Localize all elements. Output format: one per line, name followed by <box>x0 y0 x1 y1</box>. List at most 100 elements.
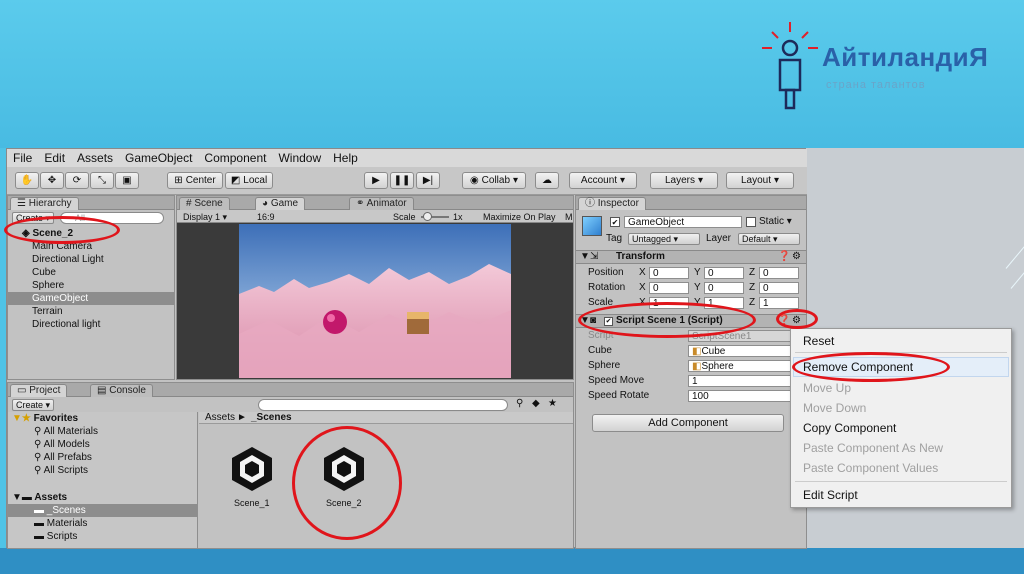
assets-row[interactable]: ▼▬ Assets <box>8 491 197 504</box>
fav-all-scripts[interactable]: ⚲ All Scripts <box>8 464 197 477</box>
menu-window[interactable]: Window <box>278 151 321 165</box>
scale-slider-handle[interactable] <box>423 212 432 221</box>
cloud-button[interactable]: ☁ <box>535 172 559 189</box>
hierarchy-item-directional-light[interactable]: Directional Light <box>8 253 174 266</box>
add-component-button[interactable]: Add Component <box>592 414 784 432</box>
hierarchy-item-terrain[interactable]: Terrain <box>8 305 174 318</box>
menu-paste-values[interactable]: Paste Component Values <box>803 460 938 477</box>
favorite-star-icon[interactable]: ★ <box>548 398 557 410</box>
menu-edit-script[interactable]: Edit Script <box>803 487 858 504</box>
pivot-center-button[interactable]: ⊞ Center <box>167 172 223 189</box>
hierarchy-item-gameobject[interactable]: GameObject <box>8 292 174 305</box>
decor-line <box>1010 257 1024 289</box>
breadcrumb-assets[interactable]: Assets <box>205 412 235 424</box>
position-x-input[interactable]: 0 <box>649 267 689 279</box>
scene-root-row[interactable]: ◈ Scene_2 <box>8 227 174 240</box>
unity-scene-file-icon[interactable] <box>228 445 276 493</box>
hierarchy-item-main-camera[interactable]: Main Camera <box>8 240 174 253</box>
menu-file[interactable]: File <box>13 151 32 165</box>
tab-game[interactable]: ◕ Game <box>255 197 306 210</box>
static-checkbox[interactable] <box>746 217 756 227</box>
menu-gameobject[interactable]: GameObject <box>125 151 192 165</box>
play-button[interactable]: ▶ <box>364 172 388 189</box>
script-enabled-checkbox[interactable]: ✔ <box>604 317 613 326</box>
fav-all-materials[interactable]: ⚲ All Materials <box>8 425 197 438</box>
scale-tool-button[interactable]: ⤡ <box>90 172 114 189</box>
position-z-input[interactable]: 0 <box>759 267 799 279</box>
speed-rotate-input[interactable]: 100 <box>688 390 798 402</box>
filter-label-icon[interactable]: ◆ <box>532 398 540 410</box>
tab-console[interactable]: ▤ Console <box>90 384 153 397</box>
game-viewport[interactable] <box>239 224 511 378</box>
menu-remove-component[interactable]: Remove Component <box>803 359 913 376</box>
scale-z-input[interactable]: 1 <box>759 297 799 309</box>
folder-scenes[interactable]: ▬ _Scenes <box>8 504 197 517</box>
rotate-tool-button[interactable]: ⟳ <box>65 172 89 189</box>
hierarchy-item-directional-light-2[interactable]: Directional light <box>8 318 174 331</box>
fav-all-models[interactable]: ⚲ All Models <box>8 438 197 451</box>
layout-dropdown[interactable]: Layout ▾ <box>726 172 794 189</box>
tab-hierarchy[interactable]: ☰ Hierarchy <box>10 197 79 210</box>
cube-object-field[interactable]: ◧Cube <box>688 345 798 357</box>
menu-copy-component[interactable]: Copy Component <box>803 420 896 437</box>
scale-y-input[interactable]: 1 <box>704 297 744 309</box>
object-name-input[interactable]: GameObject <box>624 216 742 228</box>
help-icon[interactable]: ❓ <box>778 315 790 327</box>
project-create-button[interactable]: Create ▾ <box>12 399 55 411</box>
transform-header[interactable]: ▼ ⇲ Transform ❓ ⚙ <box>576 250 806 264</box>
sphere-object-field[interactable]: ◧Sphere <box>688 360 798 372</box>
layer-dropdown[interactable]: Default ▾ <box>738 233 800 245</box>
layers-dropdown[interactable]: Layers ▾ <box>650 172 718 189</box>
menu-paste-as-new[interactable]: Paste Component As New <box>803 440 943 457</box>
hierarchy-create-button[interactable]: Create ▾ <box>12 212 55 224</box>
account-dropdown[interactable]: Account ▾ <box>569 172 637 189</box>
help-icon[interactable]: ❓ <box>778 251 790 263</box>
unity-scene-file-icon[interactable] <box>320 445 368 493</box>
gear-icon[interactable]: ⚙ <box>792 251 801 263</box>
rect-tool-button[interactable]: ▣ <box>115 172 139 189</box>
active-checkbox[interactable]: ✔ <box>610 217 620 227</box>
favorites-row[interactable]: ▼★ Favorites <box>8 412 197 425</box>
menu-component[interactable]: Component <box>204 151 266 165</box>
collab-button[interactable]: ◉ Collab ▾ <box>462 172 526 189</box>
folder-materials[interactable]: ▬ Materials <box>8 517 197 530</box>
rotation-z-input[interactable]: 0 <box>759 282 799 294</box>
pause-button[interactable]: ❚❚ <box>390 172 414 189</box>
tag-dropdown[interactable]: Untagged ▾ <box>628 233 700 245</box>
tab-project[interactable]: ▭ Project <box>10 384 68 397</box>
rotation-y-input[interactable]: 0 <box>704 282 744 294</box>
display-dropdown[interactable]: Display 1 ▾ <box>183 211 227 223</box>
hierarchy-item-sphere[interactable]: Sphere <box>8 279 174 292</box>
folder-scripts[interactable]: ▬ Scripts <box>8 530 197 543</box>
fav-all-prefabs[interactable]: ⚲ All Prefabs <box>8 451 197 464</box>
move-tool-button[interactable]: ✥ <box>40 172 64 189</box>
tab-inspector[interactable]: ⓘ Inspector <box>578 197 646 210</box>
menu-move-down[interactable]: Move Down <box>803 400 866 417</box>
scale-x-input[interactable]: 1 <box>649 297 689 309</box>
aspect-dropdown[interactable]: 16:9 <box>257 211 275 223</box>
menu-help[interactable]: Help <box>333 151 358 165</box>
project-search-input[interactable] <box>258 399 508 411</box>
menu-reset[interactable]: Reset <box>803 333 834 350</box>
menu-edit[interactable]: Edit <box>44 151 65 165</box>
breadcrumb-scenes[interactable]: _Scenes <box>251 412 292 424</box>
fav-label: All Scripts <box>43 465 89 476</box>
menu-move-up[interactable]: Move Up <box>803 380 851 397</box>
position-y-input[interactable]: 0 <box>704 267 744 279</box>
rotation-x-input[interactable]: 0 <box>649 282 689 294</box>
step-button[interactable]: ▶| <box>416 172 440 189</box>
filter-type-icon[interactable]: ⚲ <box>516 398 523 410</box>
gear-icon[interactable]: ⚙ <box>792 315 801 327</box>
hierarchy-search-input[interactable]: All <box>60 212 164 224</box>
maximize-on-play-toggle[interactable]: Maximize On Play <box>483 211 556 223</box>
space-local-button[interactable]: ◩ Local <box>225 172 273 189</box>
menu-assets[interactable]: Assets <box>77 151 113 165</box>
hand-tool-button[interactable]: ✋ <box>15 172 39 189</box>
speed-move-input[interactable]: 1 <box>688 375 798 387</box>
info-icon: ⓘ <box>585 198 598 209</box>
script-component-header[interactable]: ▼ ◙ ✔ Script Scene 1 (Script) ❓ ⚙ <box>576 314 806 328</box>
mute-toggle[interactable]: M <box>565 211 573 223</box>
hierarchy-item-cube[interactable]: Cube <box>8 266 174 279</box>
tab-scene[interactable]: # Scene <box>179 197 230 210</box>
tab-animator[interactable]: ⚭ Animator <box>349 197 414 210</box>
